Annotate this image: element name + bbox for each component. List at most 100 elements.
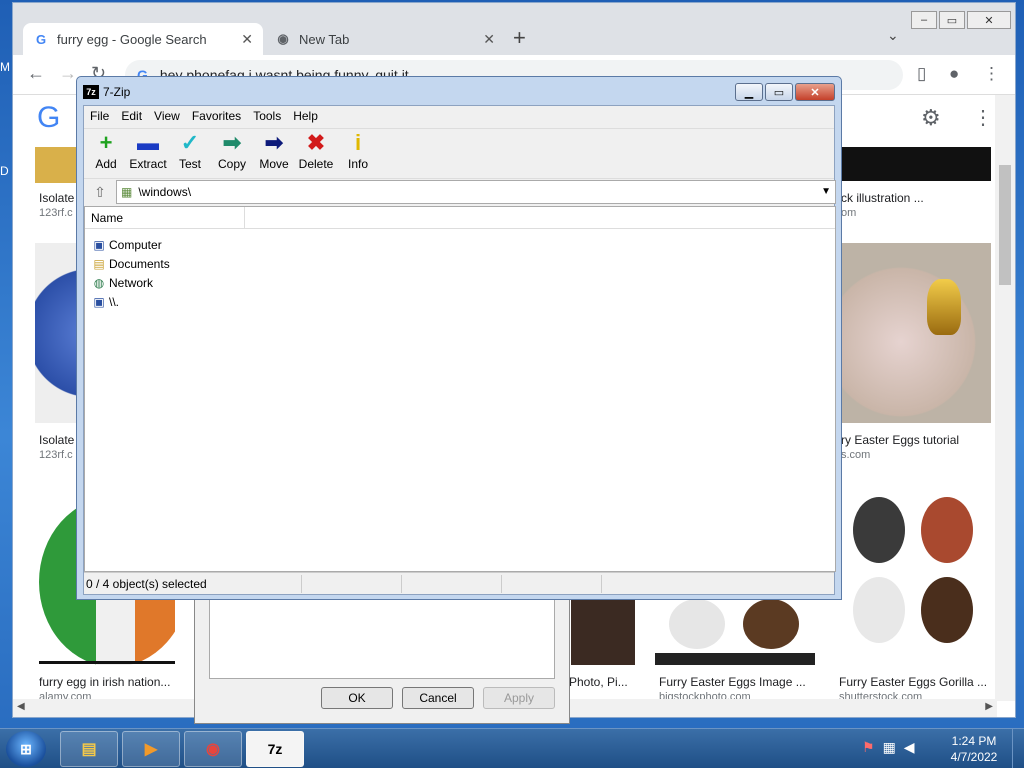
file-list[interactable]: Name ▣ Computer ▤ Documents ◍ Network ▣ … [84, 206, 836, 572]
window-title: 7-Zip [103, 85, 131, 99]
cancel-button[interactable]: Cancel [402, 687, 474, 709]
profile-icon[interactable]: ● [949, 64, 959, 84]
result-image[interactable] [841, 487, 991, 665]
result-image[interactable] [841, 147, 991, 181]
column-header-name[interactable]: Name [85, 207, 245, 229]
tab-google-search[interactable]: G furry egg - Google Search ✕ [23, 23, 263, 55]
clock[interactable]: 1:24 PM 4/7/2022 [944, 733, 1004, 765]
add-button[interactable]: + Add [84, 130, 128, 171]
sevenzip-window: 7z 7-Zip ▁ ▭ ✕ File Edit View Favorites … [76, 76, 842, 600]
extract-icon: ▬ [137, 130, 159, 155]
list-item[interactable]: ▣ Computer [91, 235, 161, 254]
tab-strip: G furry egg - Google Search ✕ ◉ New Tab … [13, 3, 1015, 55]
extract-button[interactable]: ▬ Extract [126, 130, 170, 171]
toolbar: + Add ▬ Extract ✓ Test ➡ Copy ➡ Move ✖ D… [84, 128, 834, 176]
tab-search-button[interactable]: ⌄ [887, 27, 899, 44]
properties-dialog: OK Cancel Apply [194, 590, 570, 724]
apply-button[interactable]: Apply [483, 687, 555, 709]
desktop-icon-label[interactable]: D [0, 164, 9, 178]
scroll-right-icon[interactable]: ▶ [985, 701, 993, 712]
white-egg-image [853, 577, 905, 643]
status-selection: 0 / 4 object(s) selected [84, 574, 302, 593]
close-button[interactable]: ✕ [795, 83, 835, 101]
volume-icon[interactable]: ◀ [904, 739, 915, 756]
back-button[interactable]: ← [27, 63, 45, 84]
properties-list[interactable] [209, 597, 555, 679]
address-bar: ⇧ ▦ \windows\ ▼ [84, 178, 836, 204]
move-button[interactable]: ➡ Move [252, 130, 296, 171]
minimize-button[interactable]: ▁ [735, 83, 763, 101]
chrome-menu-icon[interactable]: ⋮ [983, 64, 1000, 84]
network-icon[interactable]: ▦ [883, 739, 896, 756]
test-icon: ✓ [180, 130, 200, 155]
menu-favorites[interactable]: Favorites [192, 109, 241, 123]
up-folder-icon[interactable]: ⇧ [88, 182, 112, 202]
divider [39, 661, 175, 664]
result-caption[interactable]: furry egg in irish nation... [39, 675, 179, 689]
scrollbar-thumb[interactable] [999, 165, 1011, 285]
settings-gear-icon[interactable]: ⚙ [921, 105, 941, 131]
menu-file[interactable]: File [90, 109, 109, 123]
computer-icon: ▣ [93, 237, 105, 252]
watermark-bar [655, 653, 815, 665]
result-caption[interactable]: Photo, Pi... [569, 675, 639, 689]
result-caption[interactable]: ry Easter Eggs tutorial [841, 433, 991, 447]
test-button[interactable]: ✓ Test [168, 130, 212, 171]
result-caption[interactable]: Furry Easter Eggs Image ... [659, 675, 815, 689]
result-caption[interactable]: Furry Easter Eggs Gorilla ... [839, 675, 989, 689]
menu-help[interactable]: Help [293, 109, 318, 123]
title-bar: 7z 7-Zip [83, 83, 130, 101]
path-field[interactable]: ▦ \windows\ ▼ [116, 180, 836, 204]
copy-icon: ➡ [222, 130, 242, 155]
path-text[interactable]: \windows\ [138, 185, 191, 199]
result-image[interactable] [571, 595, 635, 665]
side-panel-icon[interactable]: ▯ [917, 64, 926, 84]
chrome-taskbar-icon[interactable]: ◉ [184, 731, 242, 767]
result-image[interactable] [841, 243, 991, 423]
media-player-taskbar-icon[interactable]: ▶ [122, 731, 180, 767]
item-name: Network [109, 275, 154, 290]
close-button[interactable]: ✕ [967, 11, 1011, 29]
menu-edit[interactable]: Edit [121, 109, 142, 123]
desktop-icon-label[interactable]: M [0, 60, 10, 74]
copy-button[interactable]: ➡ Copy [210, 130, 254, 171]
forward-button[interactable]: → [59, 63, 77, 84]
menu-tools[interactable]: Tools [253, 109, 281, 123]
delete-button[interactable]: ✖ Delete [294, 130, 338, 171]
move-label: Move [259, 157, 289, 171]
explorer-taskbar-icon[interactable]: ▤ [60, 731, 118, 767]
result-image[interactable] [655, 595, 815, 665]
7zip-logo-icon: 7z [83, 85, 99, 99]
result-caption[interactable]: ck illustration ... [841, 191, 991, 205]
minimize-button[interactable]: – [911, 11, 937, 29]
list-item[interactable]: ▣ \\. [91, 292, 119, 311]
show-desktop-button[interactable] [1012, 729, 1024, 768]
maximize-button[interactable]: ▭ [765, 83, 793, 101]
delete-label: Delete [298, 157, 334, 171]
clock-time: 1:24 PM [951, 734, 997, 748]
chevron-down-icon[interactable]: ▼ [821, 186, 831, 197]
7zip-taskbar-icon[interactable]: 7z [246, 731, 304, 767]
list-item[interactable]: ◍ Network [91, 273, 153, 292]
status-size [302, 574, 402, 593]
tab-new-tab[interactable]: ◉ New Tab ✕ [265, 23, 505, 55]
scroll-left-icon[interactable]: ◀ [17, 701, 25, 712]
apps-grid-icon[interactable]: ⋮⋮⋮ [973, 105, 993, 130]
close-tab-icon[interactable]: ✕ [241, 31, 253, 48]
vertical-scrollbar[interactable] [995, 95, 1015, 701]
list-item[interactable]: ▤ Documents [91, 254, 169, 273]
white-egg-image [669, 599, 725, 649]
new-tab-button[interactable]: + [513, 25, 526, 51]
ok-button[interactable]: OK [321, 687, 393, 709]
copy-label: Copy [217, 157, 246, 171]
menu-view[interactable]: View [154, 109, 180, 123]
info-button[interactable]: i Info [336, 130, 380, 171]
close-tab-icon[interactable]: ✕ [483, 31, 495, 48]
move-icon: ➡ [264, 130, 284, 155]
documents-icon: ▤ [93, 256, 105, 271]
action-center-icon[interactable]: ⚑ [862, 739, 875, 756]
google-logo[interactable]: G [37, 101, 60, 135]
brown-egg-image [743, 599, 799, 649]
start-button[interactable]: ⊞ [6, 731, 46, 767]
maximize-button[interactable]: ▭ [939, 11, 965, 29]
